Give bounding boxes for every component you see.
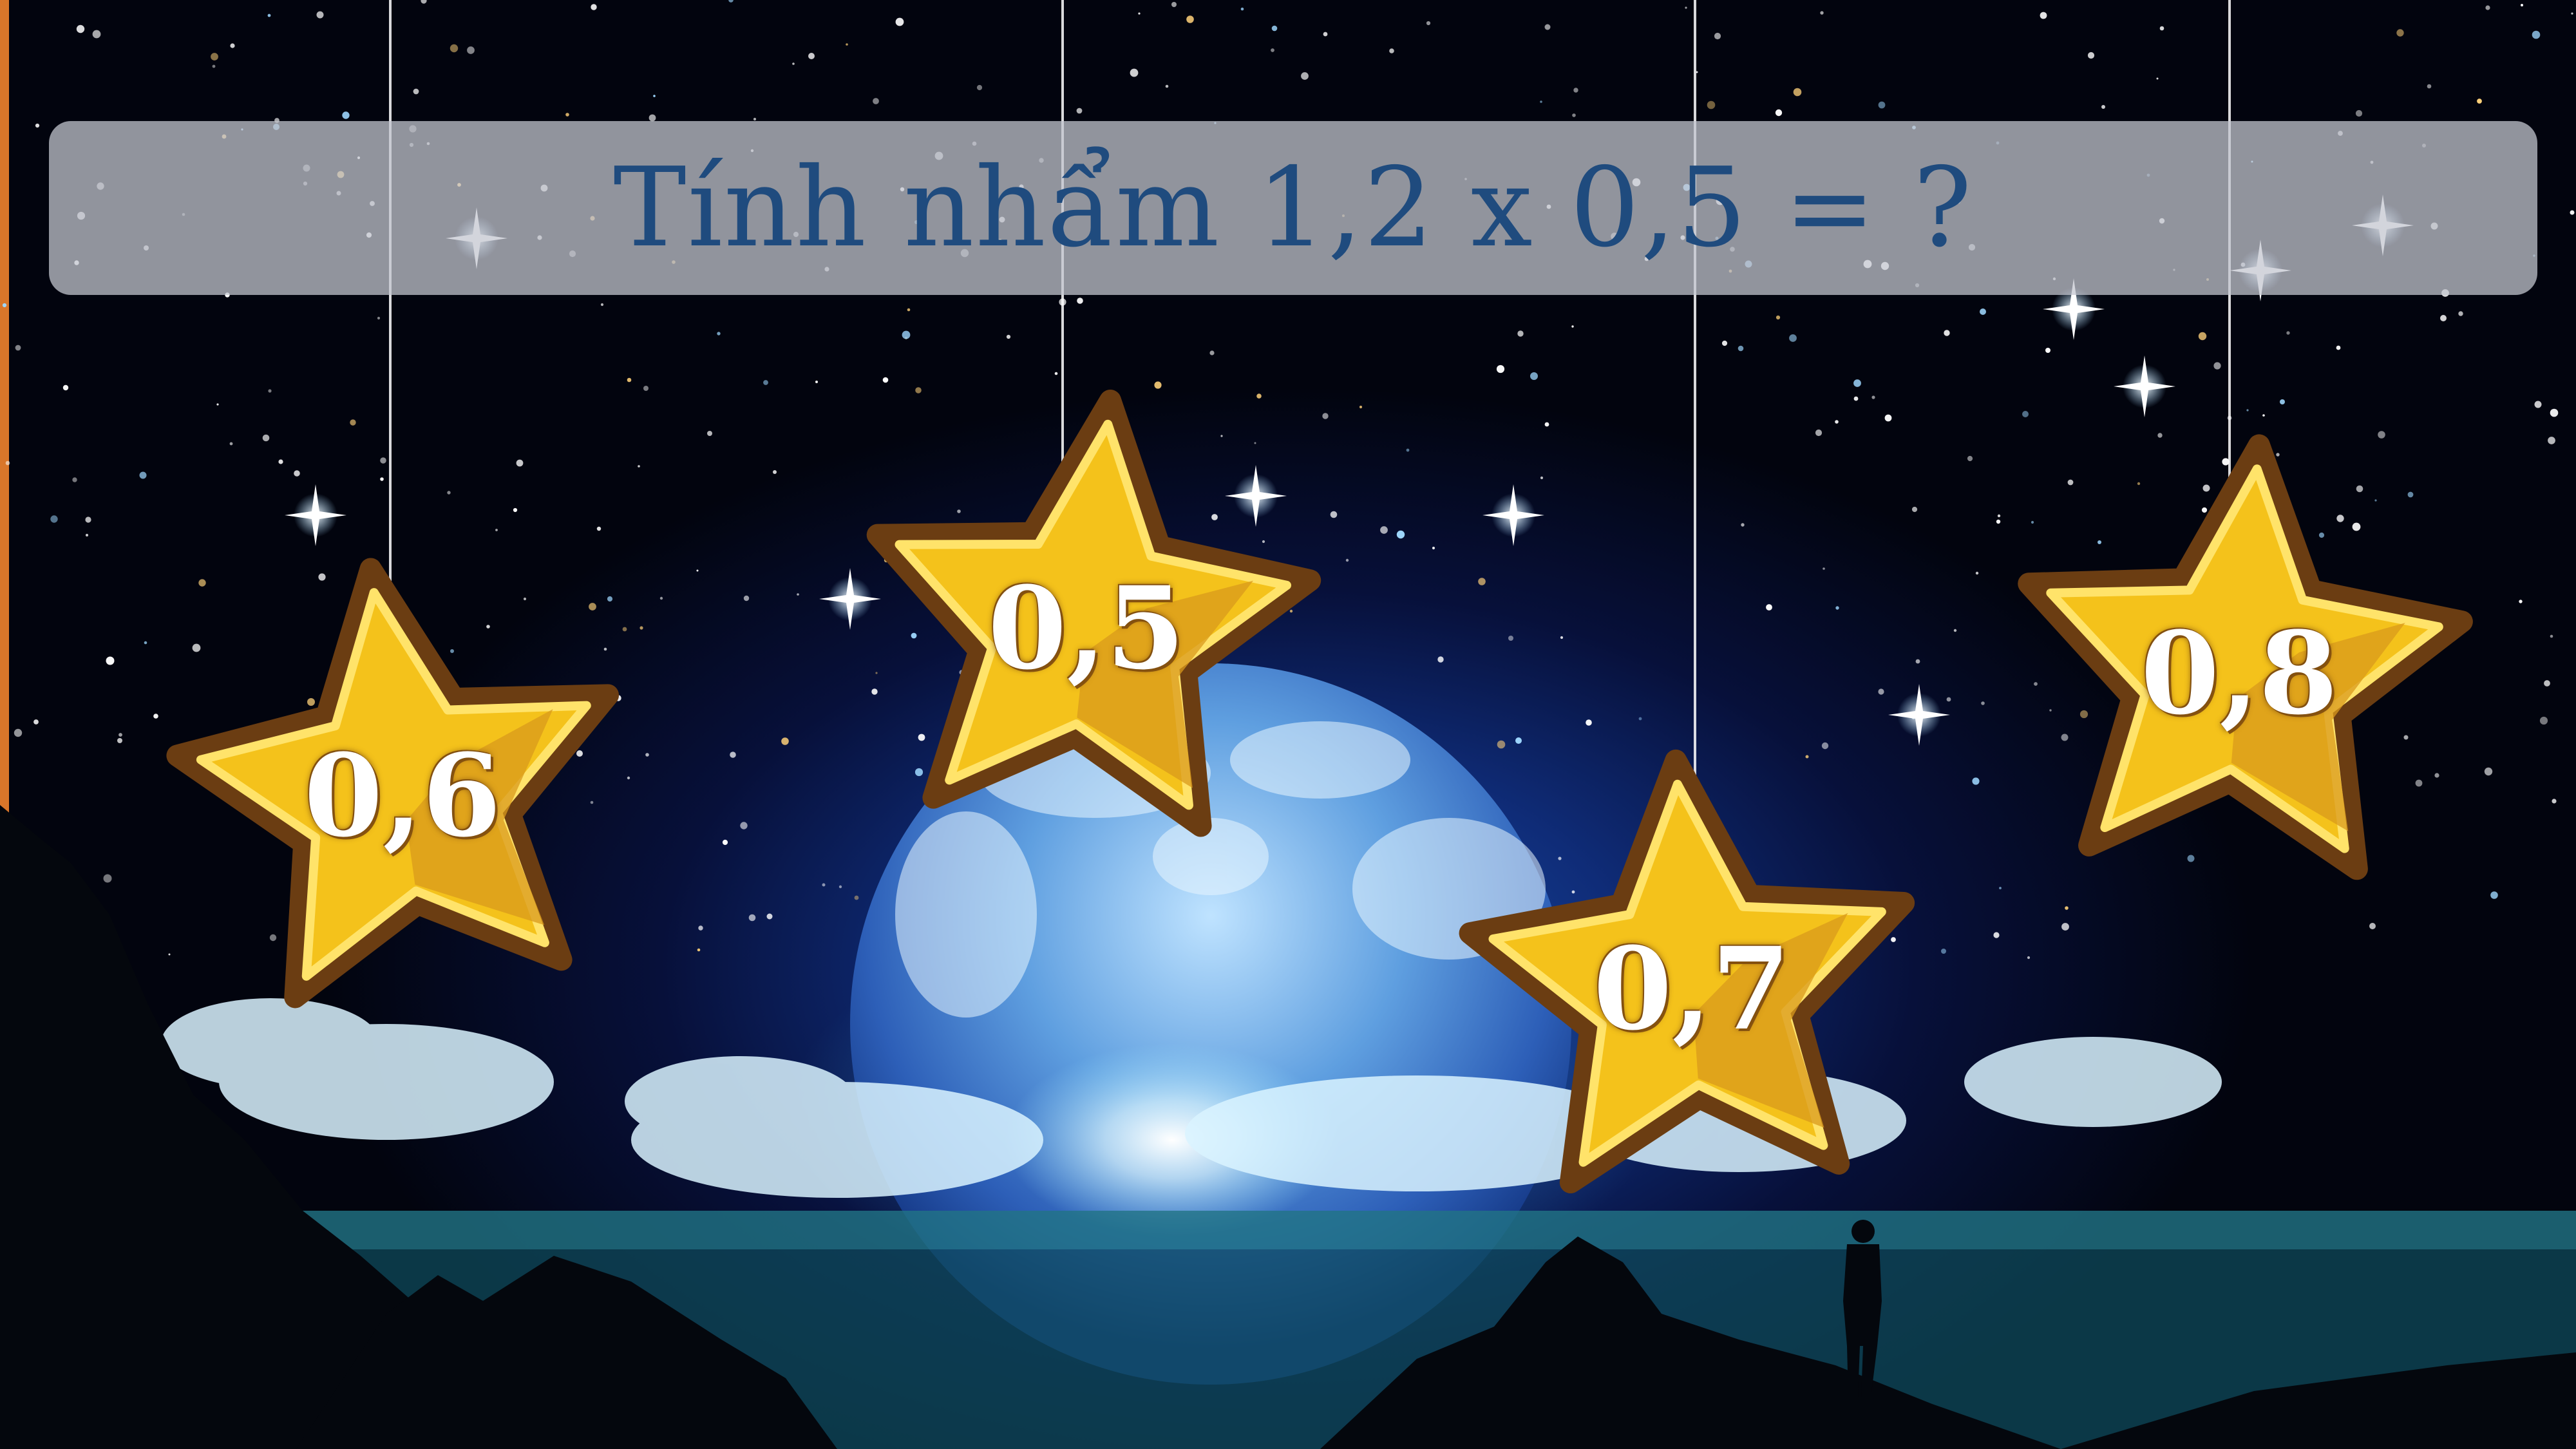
night-sky-scene: Tính nhẩm 1,2 x 0,5 = ? 0,6 0,5 0,7 0,8	[0, 0, 2576, 1449]
answer-star-0-7[interactable]: 0,7	[1441, 744, 1943, 1233]
star-icon	[1459, 749, 1915, 1194]
answer-star-0-8[interactable]: 0,8	[1988, 428, 2490, 918]
star-icon	[866, 389, 1321, 837]
answer-star-0-6[interactable]: 0,6	[151, 551, 654, 1040]
star-icon	[2018, 434, 2473, 880]
answer-star-0-5[interactable]: 0,5	[835, 383, 1338, 873]
star-icon	[166, 558, 620, 1009]
question-title: Tính nhẩm 1,2 x 0,5 = ?	[613, 144, 1973, 272]
question-banner: Tính nhẩm 1,2 x 0,5 = ?	[49, 121, 2537, 295]
